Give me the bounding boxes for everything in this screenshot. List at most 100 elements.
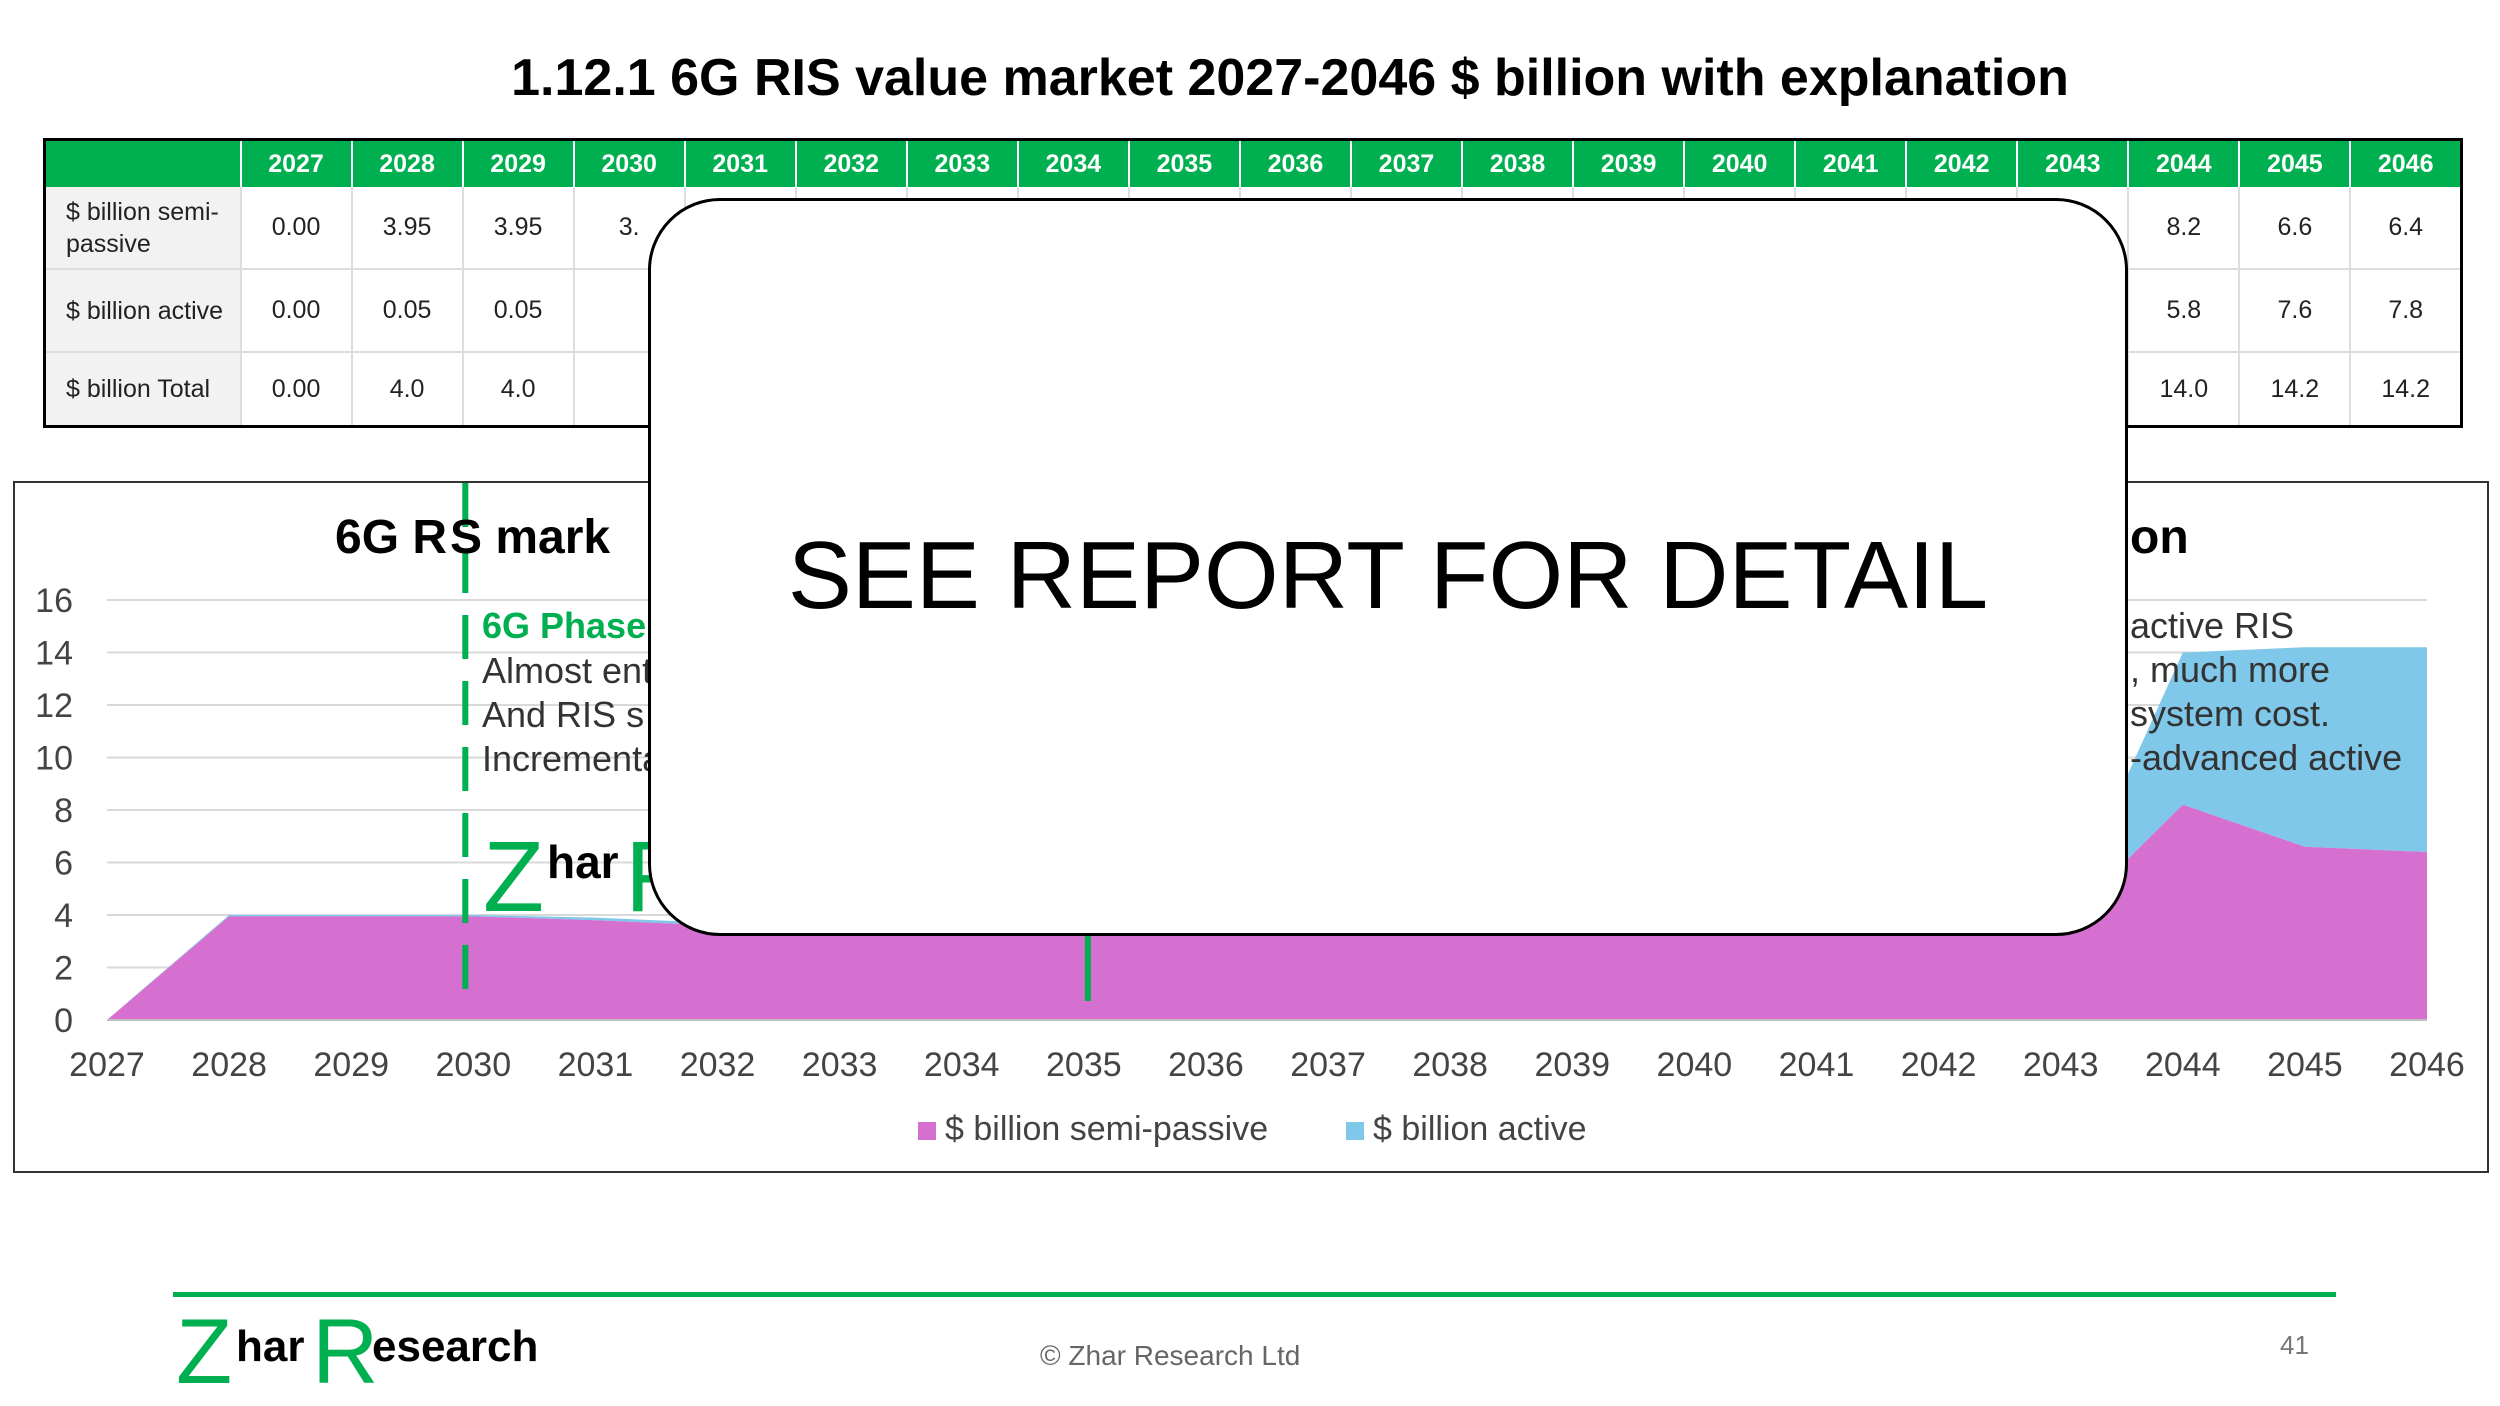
svg-text:esearch: esearch — [372, 1322, 538, 1371]
y-tick-label: 4 — [54, 897, 73, 935]
table-cell: 8.2 — [2128, 187, 2241, 270]
x-tick-label: 2029 — [313, 1046, 389, 1084]
x-tick-label: 2033 — [802, 1046, 878, 1084]
table-header-year: 2042 — [1906, 139, 2019, 187]
x-tick-label: 2039 — [1534, 1046, 1610, 1084]
table-cell: 14.0 — [2128, 352, 2241, 427]
table-cell: 6.6 — [2239, 187, 2352, 270]
y-tick-label: 8 — [54, 792, 73, 830]
table-header-year: 2030 — [573, 139, 686, 187]
table-cell: 0.05 — [462, 269, 575, 353]
x-tick-label: 2038 — [1412, 1046, 1488, 1084]
copyright-text: © Zhar Research Ltd — [1040, 1340, 1301, 1371]
y-tick-label: 10 — [35, 740, 73, 778]
legend-label-active: $ billion active — [1373, 1110, 1587, 1148]
table-cell: 0.00 — [240, 269, 353, 353]
table-cell: 0.00 — [240, 352, 353, 427]
chart-title-left: 6G R — [335, 511, 447, 564]
legend-label-semi-passive: $ billion semi-passive — [945, 1110, 1268, 1148]
x-tick-label: 2034 — [924, 1046, 1000, 1084]
svg-text:har: har — [236, 1322, 304, 1371]
table-header-year: 2033 — [906, 139, 1019, 187]
table-header-row: 2027 2028 2029 2030 2031 2032 2033 2034 2035 2036… — [44, 139, 2463, 187]
chart-logo-z: Z — [483, 821, 544, 933]
y-tick-label: 2 — [54, 950, 73, 988]
y-tick-label: 14 — [35, 635, 73, 673]
report-detail-overlay: SEE REPORT FOR DETAIL — [648, 198, 2128, 936]
table-cell: 5.8 — [2128, 269, 2241, 353]
table-header-year: 2044 — [2128, 139, 2241, 187]
table-cell: 4.0 — [351, 352, 464, 427]
annotation-text-left: Incrementa — [482, 738, 663, 779]
y-tick-label: 16 — [35, 582, 73, 620]
table-row-label: $ billion active — [44, 269, 242, 353]
table-header-year: 2045 — [2239, 139, 2352, 187]
svg-text:R: R — [312, 1305, 378, 1395]
x-tick-label: 2035 — [1046, 1046, 1122, 1084]
table-header-year: 2041 — [1795, 139, 1908, 187]
table-header-year: 2029 — [462, 139, 575, 187]
svg-text:Z: Z — [176, 1305, 232, 1395]
annotation-text-right: , much more — [2130, 649, 2330, 690]
table-header-year: 2037 — [1350, 139, 1464, 187]
x-tick-label: 2036 — [1168, 1046, 1244, 1084]
table-header-year: 2031 — [684, 139, 797, 187]
table-header-year: 2036 — [1239, 139, 1352, 187]
zhar-research-logo: Z har R esearch — [176, 1305, 538, 1395]
table-header-year: 2034 — [1017, 139, 1130, 187]
table-cell: 0.00 — [240, 187, 353, 270]
x-tick-label: 2045 — [2267, 1046, 2343, 1084]
y-tick-label: 6 — [54, 845, 73, 883]
annotation-text-left: Almost ent — [482, 650, 652, 691]
y-tick-label: 0 — [54, 1002, 73, 1040]
table-cell: 6.4 — [2350, 187, 2463, 270]
x-tick-label: 2027 — [69, 1046, 145, 1084]
x-tick-label: 2041 — [1779, 1046, 1855, 1084]
annotation-text-right: system cost. — [2130, 693, 2330, 734]
table-cell: 4.0 — [462, 352, 575, 427]
table-header-year: 2028 — [351, 139, 464, 187]
x-tick-label: 2040 — [1657, 1046, 1733, 1084]
table-header-year: 2039 — [1573, 139, 1686, 187]
table-row-label: $ billion Total — [44, 352, 242, 427]
chart-title-right: on — [2130, 511, 2189, 564]
x-tick-label: 2046 — [2389, 1046, 2465, 1084]
table-header-year: 2032 — [795, 139, 908, 187]
phase-annotation-label: 6G Phase — [482, 605, 646, 646]
table-cell: 14.2 — [2239, 352, 2352, 427]
table-cell: 14.2 — [2350, 352, 2463, 427]
x-tick-label: 2032 — [680, 1046, 756, 1084]
table-cell: 3.95 — [351, 187, 464, 270]
annotation-text-left: And RIS s — [482, 694, 644, 735]
annotation-text-right: active RIS — [2130, 605, 2294, 646]
table-cell: 3.95 — [462, 187, 575, 270]
table-header-year: 2035 — [1128, 139, 1241, 187]
table-header-year: 2043 — [2017, 139, 2130, 187]
x-tick-label: 2031 — [558, 1046, 634, 1084]
page-title: 1.12.1 6G RIS value market 2027-2046 $ b… — [511, 49, 2069, 107]
x-tick-label: 2044 — [2145, 1046, 2221, 1084]
page-number: 41 — [2280, 1330, 2309, 1360]
chart-logo-har: har — [547, 836, 619, 888]
table-cell: 0.05 — [351, 269, 464, 353]
legend-swatch-active — [1346, 1122, 1364, 1140]
table-cell: 7.8 — [2350, 269, 2463, 353]
table-cell: 7.6 — [2239, 269, 2352, 353]
x-tick-label: 2028 — [191, 1046, 267, 1084]
annotation-text-right: -advanced active — [2130, 737, 2402, 778]
table-header-corner — [44, 139, 242, 187]
legend-swatch-semi-passive — [918, 1122, 936, 1140]
table-header-year: 2038 — [1462, 139, 1575, 187]
overlay-text: SEE REPORT FOR DETAIL — [787, 522, 1989, 629]
x-tick-label: 2042 — [1901, 1046, 1977, 1084]
table-header-year: 2040 — [1684, 139, 1797, 187]
x-tick-label: 2037 — [1290, 1046, 1366, 1084]
x-tick-label: 2030 — [435, 1046, 511, 1084]
chart-title-left-2: S mark — [450, 511, 610, 564]
table-row-label: $ billion semi-passive — [44, 187, 242, 270]
y-tick-label: 12 — [35, 687, 73, 725]
table-header-year: 2046 — [2350, 139, 2463, 187]
footer-divider — [173, 1292, 2336, 1297]
table-header-year: 2027 — [240, 139, 353, 187]
x-tick-label: 2043 — [2023, 1046, 2099, 1084]
